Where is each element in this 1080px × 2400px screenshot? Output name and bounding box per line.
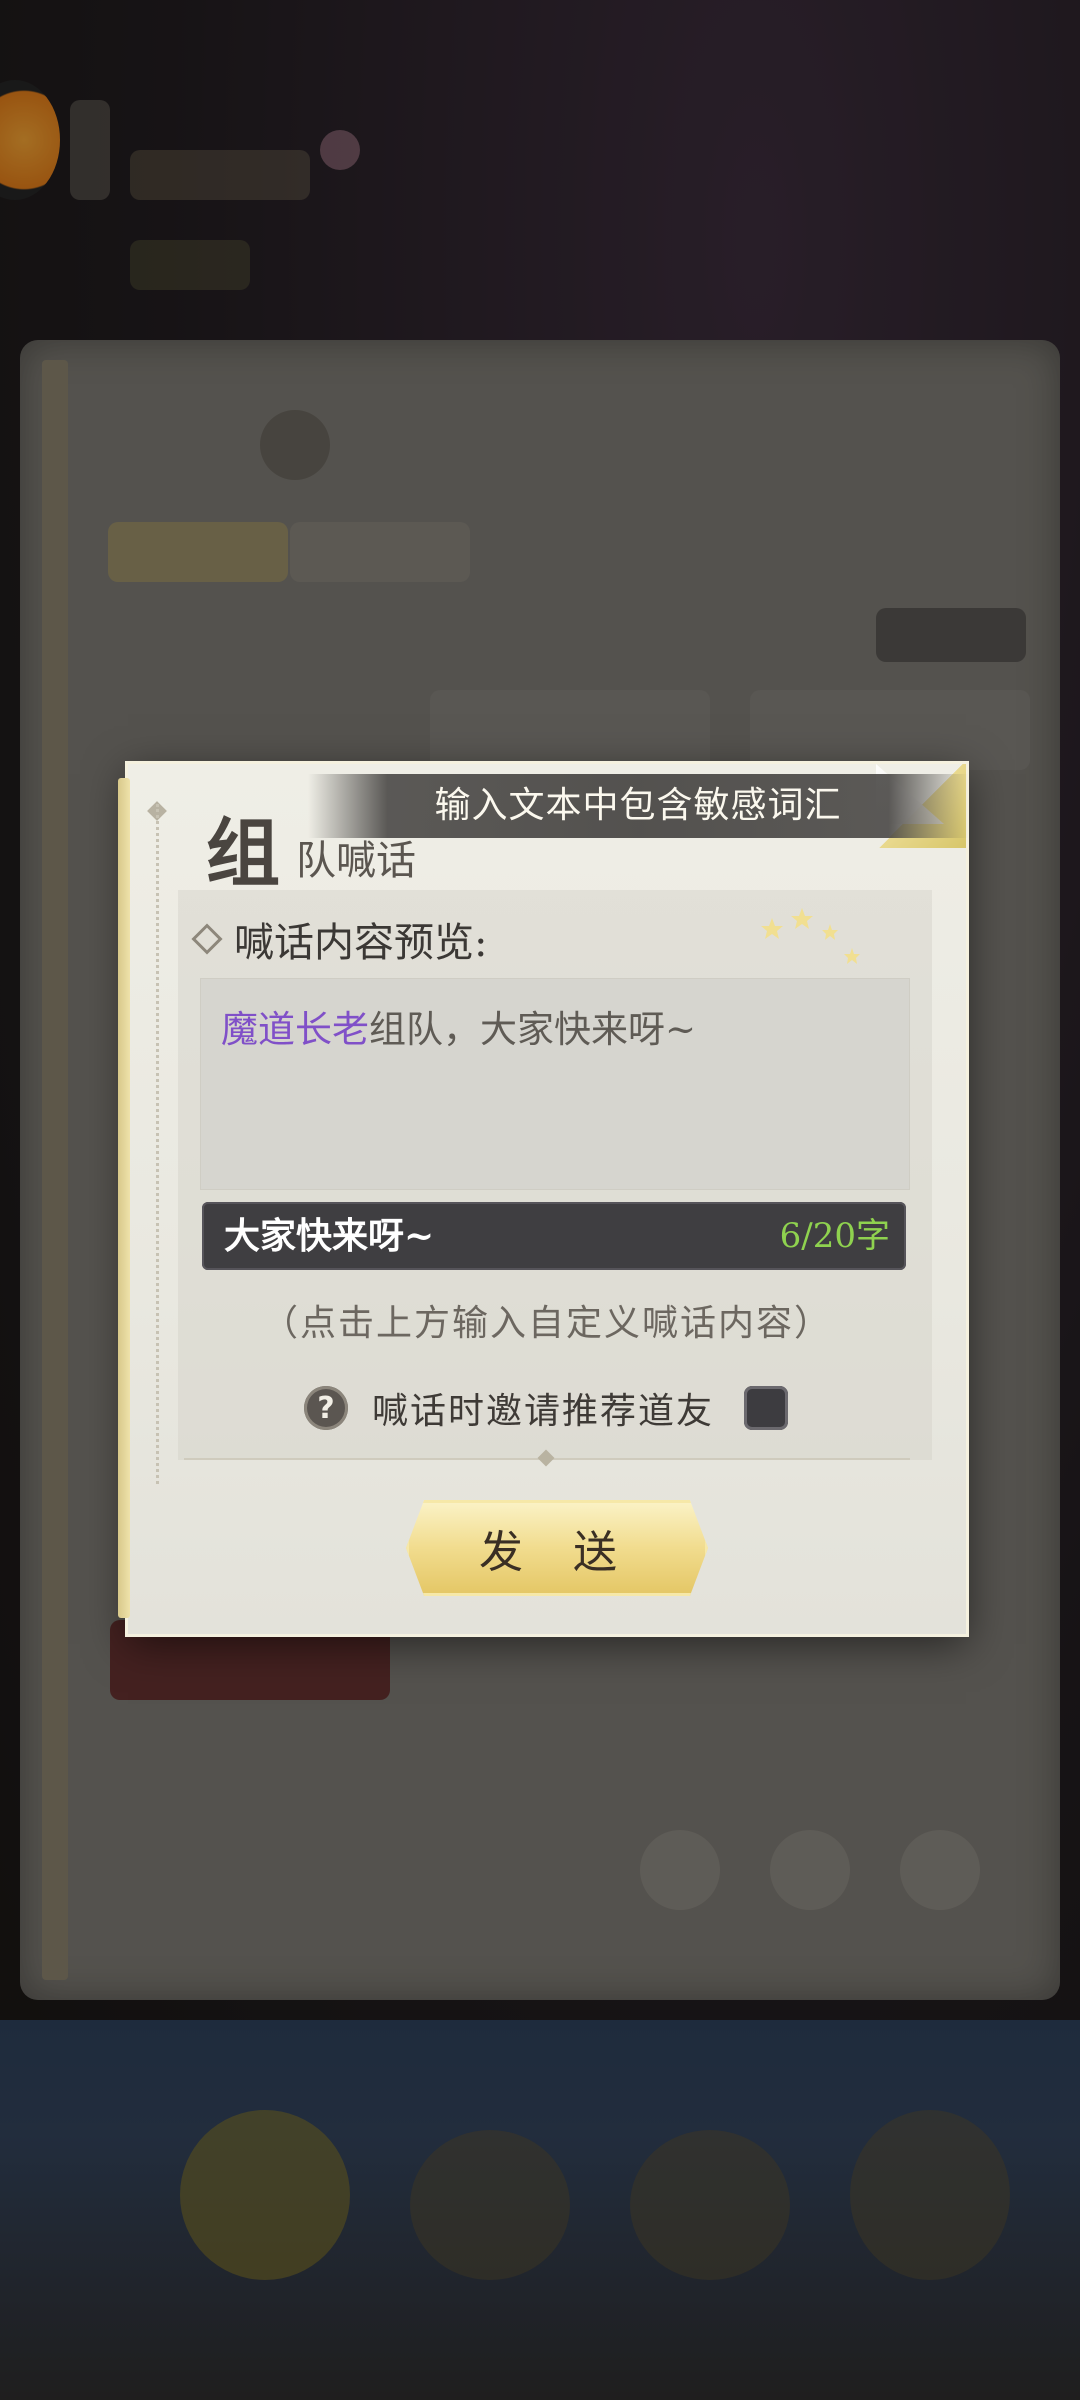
sparkle-stars-icon	[761, 908, 860, 964]
dotted-border	[156, 804, 159, 1484]
invite-checkbox[interactable]	[744, 1386, 789, 1430]
shout-text-input[interactable]: 大家快来呀~ 6/20字	[202, 1202, 906, 1270]
dialog-title-main: 组	[206, 811, 280, 897]
help-icon[interactable]: ?	[304, 1386, 348, 1430]
shout-input-value: 大家快来呀~	[224, 1215, 435, 1257]
team-shout-dialog: 组 队喊话 喊话内容预览: 魔道长老组队，大家快来呀~ 大家快来呀~ 6/20字…	[118, 764, 968, 1634]
preview-box: 魔道长老组队，大家快来呀~	[200, 978, 910, 1190]
preview-label: 喊话内容预览:	[191, 910, 488, 968]
preview-message: 组队，大家快来呀~	[369, 1008, 697, 1051]
send-button[interactable]: 发 送	[406, 1500, 708, 1596]
input-hint: （点击上方输入自定义喊话内容）	[261, 1303, 832, 1344]
preview-label-text: 喊话内容预览:	[234, 920, 488, 966]
diamond-bullet-icon	[191, 923, 223, 955]
preview-player-name: 魔道长老	[221, 1008, 369, 1051]
sensitive-word-toast: 输入文本中包含敏感词汇	[308, 774, 968, 838]
invite-row: ? 喊话时邀请推荐道友	[304, 1382, 789, 1434]
invite-label: 喊话时邀请推荐道友	[372, 1391, 715, 1432]
preview-text: 魔道长老组队，大家快来呀~	[221, 999, 696, 1053]
char-counter: 6/20字	[779, 1216, 890, 1256]
